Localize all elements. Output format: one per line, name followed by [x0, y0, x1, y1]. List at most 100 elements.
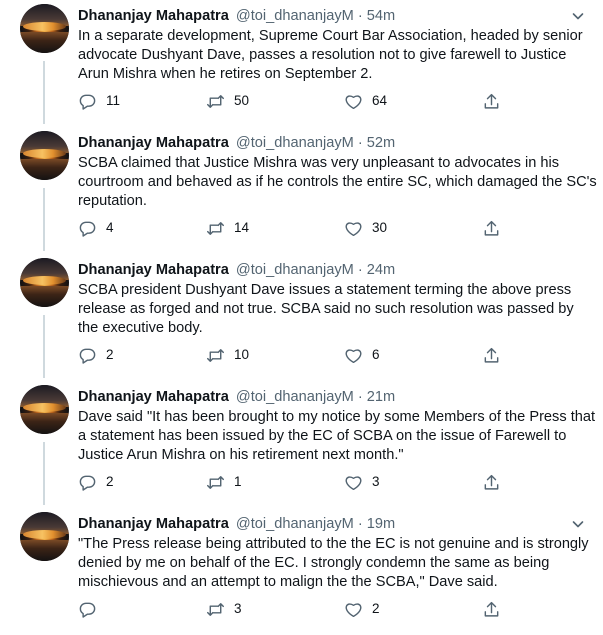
author-handle[interactable]: @toi_dhananjayM: [236, 8, 354, 24]
avatar[interactable]: [20, 131, 69, 180]
tweet-text: SCBA claimed that Justice Mishra was ver…: [78, 155, 597, 209]
share-button[interactable]: [482, 471, 501, 493]
tweet-thread: Dhananjay Mahapatra @toi_dhananjayM · 54…: [0, 0, 603, 622]
tweet-header: Dhananjay Mahapatra @toi_dhananjayM · 24…: [78, 260, 395, 280]
share-button[interactable]: [482, 217, 501, 239]
tweet-header: Dhananjay Mahapatra @toi_dhananjayM · 19…: [78, 514, 395, 534]
avatar[interactable]: [20, 385, 69, 434]
retweet-icon: [206, 92, 225, 111]
reply-icon: [78, 473, 97, 492]
author-name[interactable]: Dhananjay Mahapatra: [78, 8, 229, 24]
tweet-timestamp[interactable]: 19m: [367, 516, 395, 532]
like-button[interactable]: 3: [344, 471, 380, 493]
retweet-button[interactable]: 10: [206, 344, 249, 366]
tweet-timestamp[interactable]: 24m: [367, 262, 395, 278]
reply-button[interactable]: 11: [78, 90, 120, 112]
tweet[interactable]: Dhananjay Mahapatra @toi_dhananjayM · 52…: [0, 127, 603, 254]
avatar[interactable]: [20, 4, 69, 53]
retweet-icon: [206, 600, 225, 619]
share-icon: [482, 600, 501, 619]
author-handle[interactable]: @toi_dhananjayM: [236, 516, 354, 532]
reply-count: 4: [106, 220, 114, 235]
tweet-text: SCBA president Dushyant Dave issues a st…: [78, 282, 574, 336]
chevron-down-icon[interactable]: [570, 516, 586, 532]
avatar[interactable]: [20, 512, 69, 561]
share-icon: [482, 92, 501, 111]
author-handle[interactable]: @toi_dhananjayM: [236, 135, 354, 151]
reply-count: 2: [106, 347, 114, 362]
share-icon: [482, 219, 501, 238]
tweet-timestamp[interactable]: 21m: [367, 389, 395, 405]
like-button[interactable]: 64: [344, 90, 387, 112]
tweet[interactable]: Dhananjay Mahapatra @toi_dhananjayM · 54…: [0, 0, 603, 127]
like-count: 64: [372, 93, 388, 108]
tweet-header: Dhananjay Mahapatra @toi_dhananjayM · 52…: [78, 133, 395, 153]
tweet-header: Dhananjay Mahapatra @toi_dhananjayM · 21…: [78, 387, 395, 407]
tweet-actions: 4 14 30: [78, 217, 518, 239]
chevron-down-icon[interactable]: [570, 8, 586, 24]
author-name[interactable]: Dhananjay Mahapatra: [78, 389, 229, 405]
like-count: 2: [372, 601, 380, 616]
tweet[interactable]: Dhananjay Mahapatra @toi_dhananjayM · 19…: [0, 508, 603, 635]
retweet-button[interactable]: 14: [206, 217, 249, 239]
like-count: 30: [372, 220, 388, 235]
reply-button[interactable]: [78, 598, 106, 620]
like-icon: [344, 473, 363, 492]
retweet-button[interactable]: 3: [206, 598, 242, 620]
retweet-button[interactable]: 50: [206, 90, 249, 112]
retweet-icon: [206, 473, 225, 492]
separator-dot: ·: [357, 389, 363, 405]
author-name[interactable]: Dhananjay Mahapatra: [78, 262, 229, 278]
retweet-icon: [206, 219, 225, 238]
reply-icon: [78, 219, 97, 238]
reply-icon: [78, 346, 97, 365]
share-button[interactable]: [482, 344, 501, 366]
like-icon: [344, 346, 363, 365]
like-button[interactable]: 6: [344, 344, 380, 366]
retweet-count: 50: [234, 93, 250, 108]
retweet-count: 10: [234, 347, 250, 362]
retweet-count: 3: [234, 601, 242, 616]
reply-count: 11: [106, 93, 121, 108]
reply-button[interactable]: 2: [78, 471, 114, 493]
tweet-text: "The Press release being attributed to t…: [78, 536, 589, 590]
author-handle[interactable]: @toi_dhananjayM: [236, 262, 354, 278]
author-handle[interactable]: @toi_dhananjayM: [236, 389, 354, 405]
retweet-count: 14: [234, 220, 250, 235]
tweet-timestamp[interactable]: 54m: [367, 8, 395, 24]
separator-dot: ·: [357, 135, 363, 151]
avatar[interactable]: [20, 258, 69, 307]
share-button[interactable]: [482, 598, 501, 620]
retweet-icon: [206, 346, 225, 365]
separator-dot: ·: [357, 8, 363, 24]
like-button[interactable]: 30: [344, 217, 387, 239]
tweet-actions: 2 10 6: [78, 344, 518, 366]
tweet-text: In a separate development, Supreme Court…: [78, 28, 583, 82]
reply-button[interactable]: 4: [78, 217, 114, 239]
reply-count: 2: [106, 474, 114, 489]
like-icon: [344, 600, 363, 619]
like-count: 6: [372, 347, 380, 362]
tweet-timestamp[interactable]: 52m: [367, 135, 395, 151]
reply-icon: [78, 600, 97, 619]
tweet-text: Dave said "It has been brought to my not…: [78, 409, 596, 463]
share-icon: [482, 473, 501, 492]
like-count: 3: [372, 474, 380, 489]
tweet-header: Dhananjay Mahapatra @toi_dhananjayM · 54…: [78, 6, 395, 26]
retweet-button[interactable]: 1: [206, 471, 242, 493]
reply-icon: [78, 92, 97, 111]
author-name[interactable]: Dhananjay Mahapatra: [78, 516, 229, 532]
like-button[interactable]: 2: [344, 598, 380, 620]
retweet-count: 1: [234, 474, 242, 489]
share-button[interactable]: [482, 90, 501, 112]
separator-dot: ·: [357, 516, 363, 532]
share-icon: [482, 346, 501, 365]
tweet-actions: 11 50 64: [78, 90, 518, 112]
tweet-actions: 3 2: [78, 598, 518, 620]
like-icon: [344, 219, 363, 238]
tweet-actions: 2 1 3: [78, 471, 518, 493]
tweet[interactable]: Dhananjay Mahapatra @toi_dhananjayM · 24…: [0, 254, 603, 381]
reply-button[interactable]: 2: [78, 344, 114, 366]
author-name[interactable]: Dhananjay Mahapatra: [78, 135, 229, 151]
tweet[interactable]: Dhananjay Mahapatra @toi_dhananjayM · 21…: [0, 381, 603, 508]
